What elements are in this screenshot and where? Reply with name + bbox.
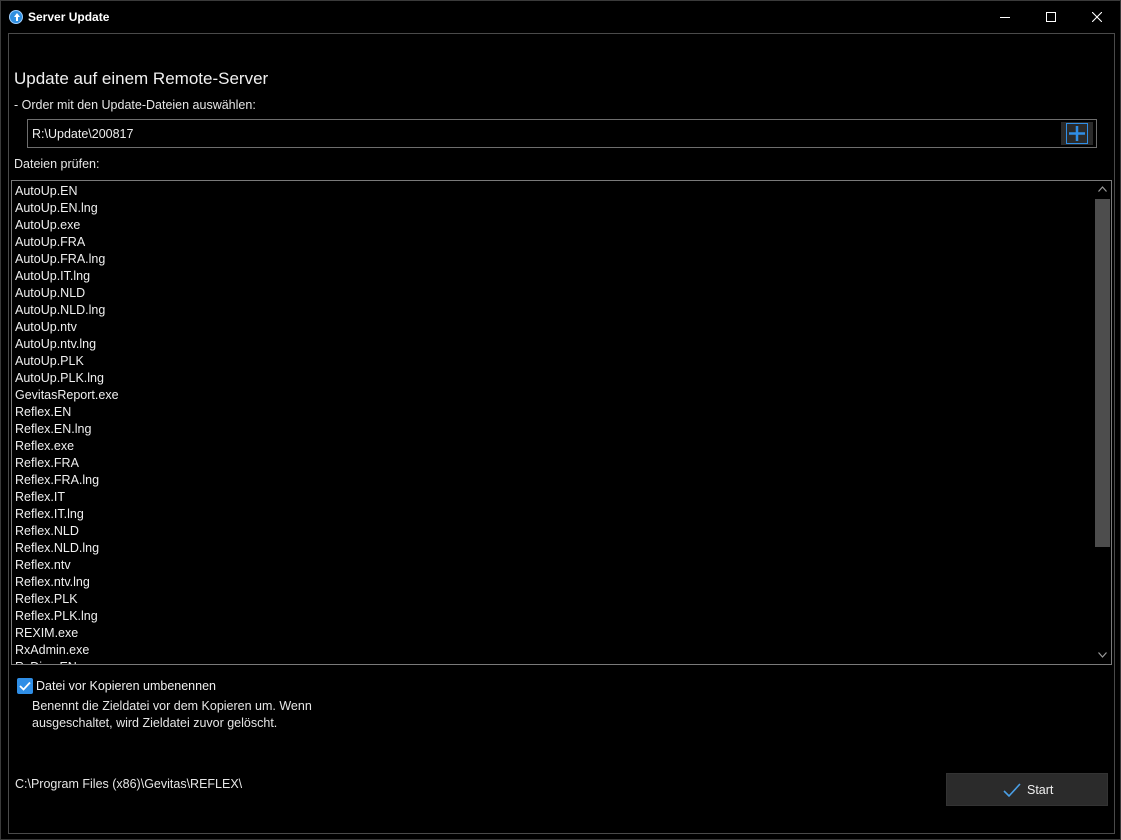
list-item[interactable]: AutoUp.FRA.lng (15, 251, 1085, 268)
plus-icon (1066, 123, 1088, 144)
list-item[interactable]: AutoUp.ntv (15, 319, 1085, 336)
list-item[interactable]: Reflex.FRA (15, 455, 1085, 472)
list-item[interactable]: Reflex.exe (15, 438, 1085, 455)
list-item[interactable]: Reflex.ntv (15, 557, 1085, 574)
list-item[interactable]: Reflex.ntv.lng (15, 574, 1085, 591)
checkmark-icon (1003, 783, 1021, 798)
list-item[interactable]: Reflex.EN (15, 404, 1085, 421)
scroll-up-button[interactable] (1094, 181, 1111, 198)
list-item[interactable]: AutoUp.ntv.lng (15, 336, 1085, 353)
maximize-icon (1046, 12, 1056, 22)
list-item[interactable]: Reflex.PLK.lng (15, 608, 1085, 625)
file-list-items: AutoUp.EN AutoUp.EN.lng AutoUp.exe AutoUp.F… (15, 183, 1085, 664)
list-item[interactable]: AutoUp.NLD (15, 285, 1085, 302)
upload-circle-icon (9, 10, 23, 24)
list-item[interactable]: Reflex.PLK (15, 591, 1085, 608)
minimize-icon (1000, 17, 1010, 18)
server-update-window: Server Update Update auf einem Remote-Se… (0, 0, 1121, 840)
close-button[interactable] (1074, 1, 1120, 33)
minimize-button[interactable] (982, 1, 1028, 33)
file-list[interactable]: AutoUp.EN AutoUp.EN.lng AutoUp.exe AutoUp.F… (11, 180, 1112, 665)
list-item[interactable]: RxAdmin.exe (15, 642, 1085, 659)
page-title: Update auf einem Remote-Server (14, 69, 269, 88)
list-item[interactable]: Reflex.IT (15, 489, 1085, 506)
list-item[interactable]: REXIM.exe (15, 625, 1085, 642)
list-item[interactable]: GevitasReport.exe (15, 387, 1085, 404)
folder-field (27, 119, 1097, 148)
title-bar[interactable]: Server Update (1, 1, 1120, 33)
list-item[interactable]: Reflex.NLD (15, 523, 1085, 540)
rename-description: Benennt die Zieldatei vor dem Kopieren u… (32, 699, 312, 730)
maximize-button[interactable] (1028, 1, 1074, 33)
chevron-down-icon (1098, 652, 1107, 658)
list-item[interactable]: AutoUp.EN.lng (15, 200, 1085, 217)
rename-checkbox[interactable] (17, 678, 33, 694)
folder-path-input[interactable] (32, 125, 1052, 143)
checkmark-icon (19, 681, 31, 691)
window-title: Server Update (28, 10, 110, 24)
start-button[interactable]: Start (946, 773, 1108, 806)
list-item[interactable]: Reflex.IT.lng (15, 506, 1085, 523)
list-item[interactable]: AutoUp.PLK.lng (15, 370, 1085, 387)
list-item[interactable]: AutoUp.exe (15, 217, 1085, 234)
list-item[interactable]: AutoUp.FRA (15, 234, 1085, 251)
scroll-down-button[interactable] (1094, 647, 1111, 664)
list-item[interactable]: Reflex.EN.lng (15, 421, 1085, 438)
list-item[interactable]: AutoUp.PLK (15, 353, 1085, 370)
list-item[interactable]: AutoUp.EN (15, 183, 1085, 200)
list-item[interactable]: AutoUp.IT.lng (15, 268, 1085, 285)
close-icon (1092, 12, 1102, 22)
add-folder-button[interactable] (1061, 122, 1093, 145)
scroll-thumb[interactable] (1095, 199, 1110, 547)
list-item[interactable]: Reflex.FRA.lng (15, 472, 1085, 489)
target-path-label: C:\Program Files (x86)\Gevitas\REFLEX\ (15, 777, 243, 791)
rename-label[interactable]: Datei vor Kopieren umbenennen (36, 679, 216, 693)
list-item[interactable]: RxDiag.EN (15, 659, 1085, 664)
start-label: Start (1027, 783, 1054, 797)
list-item[interactable]: Reflex.NLD.lng (15, 540, 1085, 557)
chevron-up-icon (1098, 186, 1107, 192)
list-item[interactable]: AutoUp.NLD.lng (15, 302, 1085, 319)
folder-label: - Order mit den Update-Dateien auswählen… (14, 98, 256, 112)
check-files-label: Dateien prüfen: (14, 157, 100, 171)
vertical-scrollbar[interactable] (1094, 181, 1111, 664)
